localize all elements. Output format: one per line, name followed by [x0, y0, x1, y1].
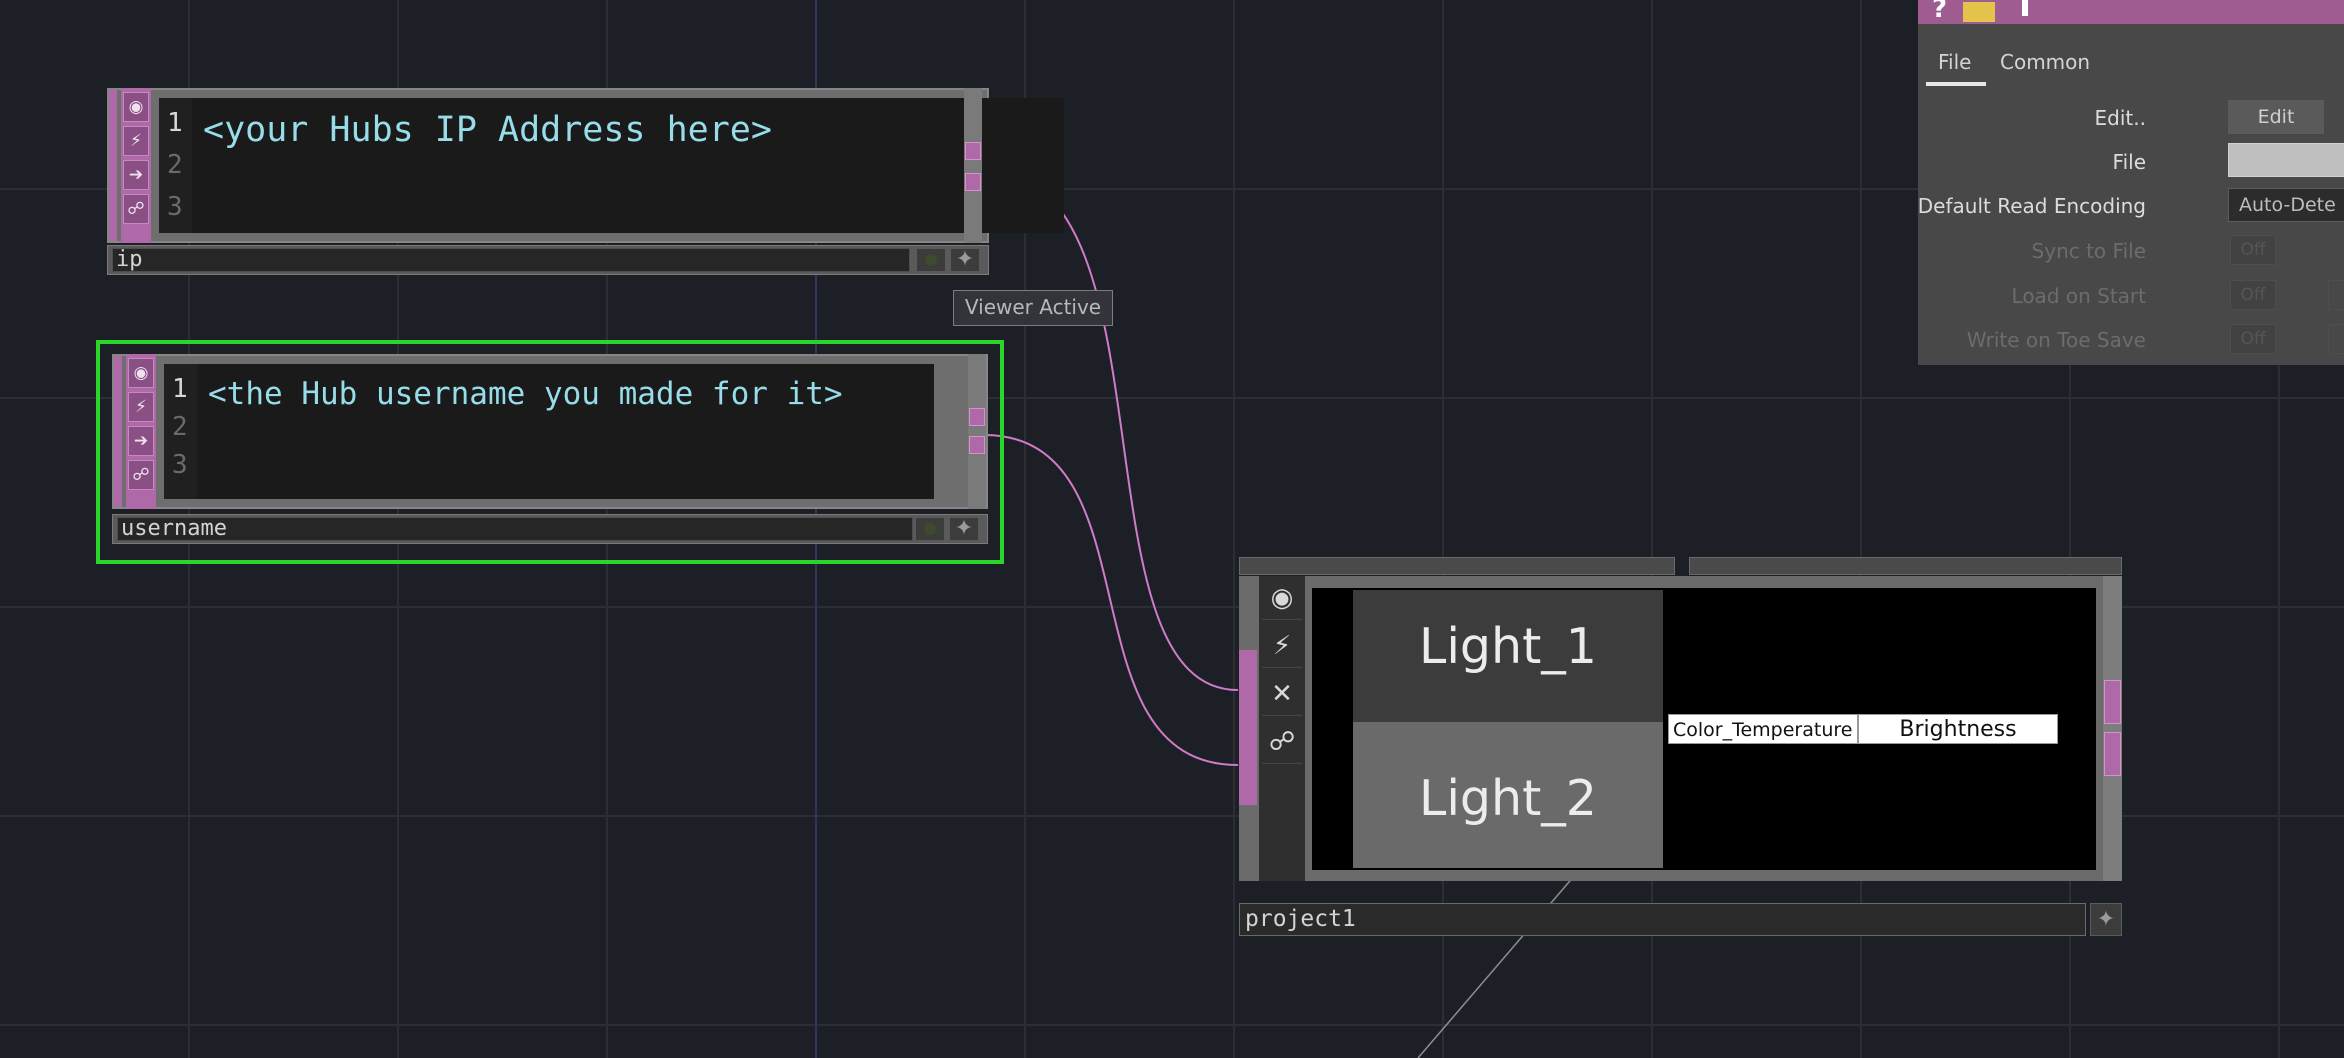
- help-icon[interactable]: ?: [1932, 0, 1947, 24]
- column-header-brightness[interactable]: Brightness: [1858, 714, 2058, 744]
- panel-title-bar: ?: [1918, 0, 2344, 24]
- folder-icon[interactable]: [1963, 2, 1995, 22]
- sync-to-file-toggle[interactable]: Off: [2230, 235, 2276, 265]
- node-name-bar: ip ✦: [107, 245, 989, 275]
- write-on-toe-save-toggle[interactable]: Off: [2230, 324, 2276, 354]
- output-port[interactable]: [965, 142, 981, 160]
- parameter-panel: ? File Common Edit.. Edit File Default R…: [1918, 0, 2344, 365]
- active-tab-indicator: [1926, 82, 1986, 86]
- load-on-start-toggle[interactable]: Off: [2230, 280, 2276, 310]
- clone-icon[interactable]: ☍: [123, 194, 149, 224]
- node-name-bar: username ✦: [112, 514, 988, 544]
- output-bar: [964, 88, 982, 243]
- line-gutter: 1 2 3: [164, 364, 197, 499]
- operator-family-bar: [114, 356, 122, 507]
- clone-icon[interactable]: ☍: [1262, 720, 1302, 764]
- line-number: 3: [167, 192, 183, 222]
- param-label-edit: Edit..: [2094, 106, 2146, 130]
- output-port[interactable]: [965, 173, 981, 191]
- comp-flag-icons: ◉ ⚡ ✕ ☍: [1259, 576, 1305, 881]
- comp-name-field[interactable]: project1: [1239, 903, 2086, 936]
- line-number: 2: [167, 150, 183, 180]
- load-on-start-extra-button[interactable]: [2328, 280, 2344, 310]
- wire-ip-to-project1[interactable]: [983, 169, 1239, 691]
- param-label-write-on-toe-save: Write on Toe Save: [1966, 328, 2146, 352]
- clone-icon[interactable]: ☍: [128, 460, 154, 490]
- pulse-icon[interactable]: ⚡: [123, 126, 149, 156]
- info-icon[interactable]: [2022, 0, 2028, 16]
- tooltip-viewer-active: Viewer Active: [953, 290, 1113, 326]
- dat-node-ip[interactable]: ◉ ⚡ ➔ ☍ 1 2 3 <your Hubs IP Address here…: [107, 88, 1064, 288]
- line-number: 2: [172, 412, 188, 442]
- output-bar: [968, 354, 986, 509]
- viewer-icon[interactable]: ◉: [123, 92, 149, 122]
- arrow-right-icon[interactable]: ➔: [128, 426, 154, 456]
- comp-top-bar-right: [1689, 557, 2122, 575]
- line-number: 1: [172, 374, 188, 404]
- dat-node-username[interactable]: ◉ ⚡ ➔ ☍ 1 2 3 <the Hub username you made…: [112, 354, 988, 554]
- write-on-toe-save-extra-button[interactable]: [2328, 324, 2344, 354]
- output-port[interactable]: [969, 436, 985, 454]
- column-header-color-temperature[interactable]: Color_Temperature: [1668, 714, 1858, 744]
- node-status-button[interactable]: [915, 517, 945, 541]
- light-1-button[interactable]: Light_1: [1353, 590, 1663, 722]
- input-connector[interactable]: [1239, 650, 1257, 805]
- line-gutter: 1 2 3: [159, 98, 192, 233]
- node-name-field[interactable]: username: [117, 517, 913, 541]
- wire-username-to-project1[interactable]: [983, 434, 1239, 766]
- status-dot: [924, 523, 936, 535]
- close-icon[interactable]: ✕: [1262, 672, 1302, 716]
- file-path-field[interactable]: [2228, 143, 2344, 177]
- param-label-sync-to-file: Sync to File: [2031, 239, 2146, 263]
- light-2-label: Light_2: [1419, 770, 1597, 827]
- edit-button[interactable]: Edit: [2228, 100, 2324, 134]
- viewer-icon[interactable]: ◉: [1262, 576, 1302, 620]
- light-2-button[interactable]: Light_2: [1353, 722, 1663, 868]
- comp-output-bar: [2103, 576, 2122, 881]
- text-viewer[interactable]: 1 2 3 <your Hubs IP Address here>: [159, 98, 1064, 233]
- node-name-field[interactable]: ip: [112, 248, 910, 272]
- pulse-icon[interactable]: ⚡: [1262, 624, 1302, 668]
- plus-icon: ✦: [2096, 907, 2116, 932]
- node-flag-icons: ◉ ⚡ ➔ ☍: [121, 88, 151, 243]
- output-port[interactable]: [2104, 680, 2121, 724]
- status-dot: [925, 254, 937, 266]
- comp-add-button[interactable]: ✦: [2090, 903, 2122, 936]
- arrow-right-icon[interactable]: ➔: [123, 160, 149, 190]
- line-number: 1: [167, 108, 183, 138]
- node-flag-icons: ◉ ⚡ ➔ ☍: [126, 354, 156, 509]
- comp-viewer[interactable]: Light_1 Light_2 Color_Temperature Bright…: [1312, 588, 2096, 870]
- node-add-button[interactable]: ✦: [949, 517, 979, 541]
- param-label-file: File: [2112, 150, 2146, 174]
- output-port[interactable]: [2104, 732, 2121, 776]
- tab-common[interactable]: Common: [2000, 50, 2090, 74]
- operator-family-bar: [109, 90, 117, 241]
- tab-file[interactable]: File: [1938, 50, 1971, 74]
- viewer-icon[interactable]: ◉: [128, 358, 154, 388]
- network-editor[interactable]: ◉ ⚡ ➔ ☍ 1 2 3 <your Hubs IP Address here…: [0, 0, 2344, 1058]
- encoding-menu[interactable]: Auto-Dete: [2228, 188, 2344, 222]
- output-port[interactable]: [969, 408, 985, 426]
- node-status-button[interactable]: [916, 248, 946, 272]
- code-line[interactable]: <your Hubs IP Address here>: [203, 110, 772, 150]
- pulse-icon[interactable]: ⚡: [128, 392, 154, 422]
- line-number: 3: [172, 450, 188, 480]
- comp-top-bar-left: [1239, 557, 1675, 575]
- plus-icon: ✦: [954, 516, 974, 541]
- node-add-button[interactable]: ✦: [950, 248, 980, 272]
- param-label-default-read-encoding: Default Read Encoding: [1918, 194, 2146, 218]
- plus-icon: ✦: [955, 247, 975, 272]
- text-viewer[interactable]: 1 2 3 <the Hub username you made for it>: [164, 364, 934, 499]
- light-1-label: Light_1: [1419, 618, 1597, 675]
- param-label-load-on-start: Load on Start: [2011, 284, 2146, 308]
- code-line[interactable]: <the Hub username you made for it>: [208, 376, 843, 412]
